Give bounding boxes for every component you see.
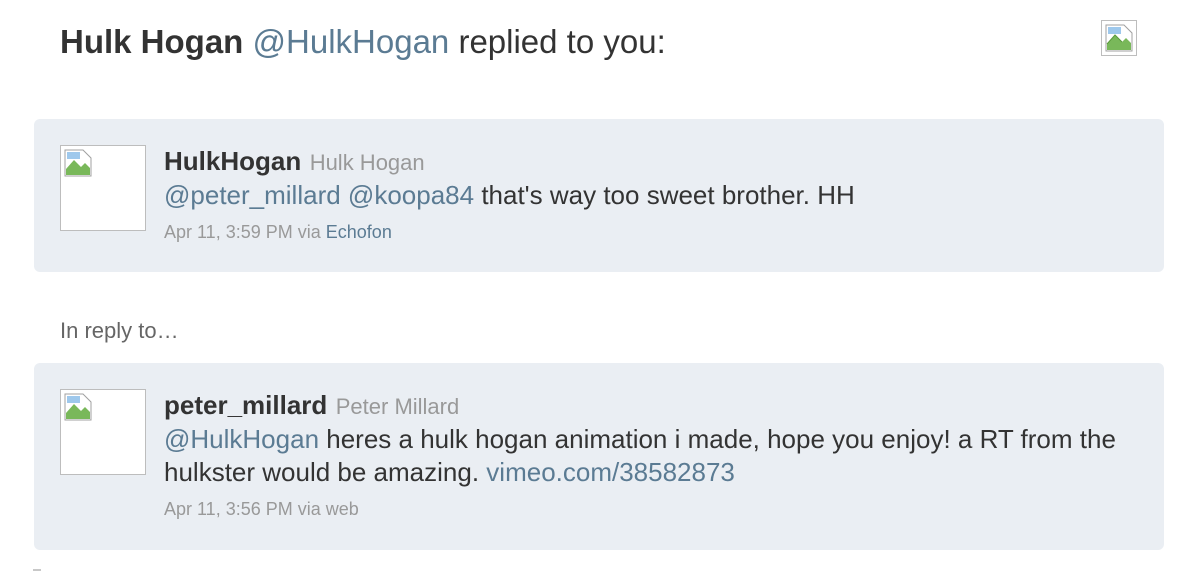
reply-tweet-avatar[interactable]: [60, 145, 146, 231]
broken-image-icon: [64, 393, 92, 421]
tweet-source[interactable]: web: [326, 499, 359, 519]
divider: [33, 569, 41, 571]
broken-image-icon: [64, 149, 92, 177]
original-screen-name[interactable]: peter_millard: [164, 390, 327, 420]
replier-name[interactable]: Hulk Hogan: [60, 23, 243, 60]
original-full-name: Peter Millard: [335, 394, 460, 419]
notification-text: replied to you:: [458, 23, 666, 60]
via-label: via: [297, 499, 321, 519]
via-label: via: [297, 222, 321, 242]
mention-link[interactable]: @peter_millard: [164, 180, 341, 210]
mention-link[interactable]: @koopa84: [348, 180, 474, 210]
tweet-timestamp[interactable]: Apr 11, 3:56 PM: [164, 499, 293, 519]
mention-link[interactable]: @HulkHogan: [164, 424, 319, 454]
original-tweet-card[interactable]: peter_millard Peter Millard @HulkHogan h…: [34, 363, 1164, 550]
reply-tweet-author: HulkHogan Hulk Hogan: [164, 145, 425, 182]
tweet-source-link[interactable]: Echofon: [326, 222, 392, 242]
reply-screen-name[interactable]: HulkHogan: [164, 146, 301, 176]
reply-tweet-card[interactable]: HulkHogan Hulk Hogan @peter_millard @koo…: [34, 119, 1164, 272]
original-tweet-author: peter_millard Peter Millard: [164, 389, 459, 426]
reply-tweet-meta: Apr 11, 3:59 PM via Echofon: [164, 220, 392, 244]
reply-tweet-text: @peter_millard @koopa84 that's way too s…: [164, 179, 1144, 212]
tweet-body: that's way too sweet brother. HH: [481, 180, 855, 210]
vimeo-link[interactable]: vimeo.com/38582873: [486, 457, 735, 487]
original-tweet-text: @HulkHogan heres a hulk hogan animation …: [164, 423, 1144, 489]
notification-header: Hulk Hogan @HulkHogan replied to you:: [60, 22, 666, 62]
original-tweet-avatar[interactable]: [60, 389, 146, 475]
tweet-timestamp[interactable]: Apr 11, 3:59 PM: [164, 222, 293, 242]
reply-full-name: Hulk Hogan: [309, 150, 425, 175]
replier-handle[interactable]: @HulkHogan: [253, 23, 450, 60]
original-tweet-meta: Apr 11, 3:56 PM via web: [164, 497, 359, 521]
broken-image-icon: [1101, 20, 1137, 56]
image-placeholder-icon: [1105, 24, 1133, 52]
in-reply-to-label: In reply to…: [60, 318, 179, 343]
